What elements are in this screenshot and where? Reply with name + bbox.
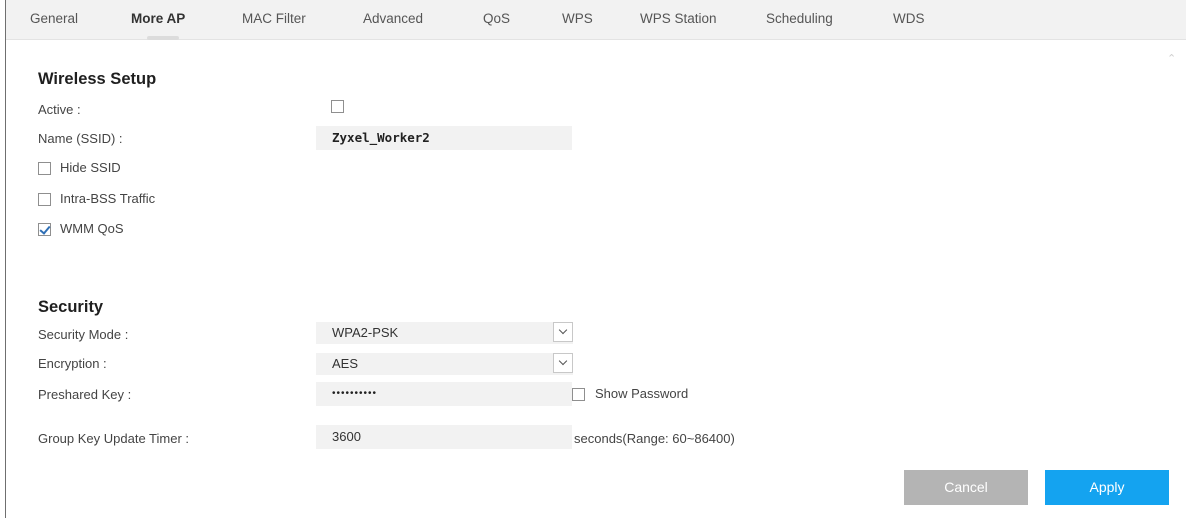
intra-bss-label: Intra-BSS Traffic [60, 191, 156, 206]
active-label: Active : [38, 102, 81, 117]
encryption-select[interactable]: AES [316, 353, 573, 375]
show-password-label: Show Password [595, 386, 689, 401]
tab-wds[interactable]: WDS [893, 11, 925, 26]
wireless-setup-title: Wireless Setup [38, 70, 157, 88]
tab-bar: General More AP MAC Filter Advanced QoS … [6, 0, 1186, 40]
wmm-qos-checkbox[interactable] [38, 223, 51, 236]
tab-general[interactable]: General [30, 11, 78, 26]
encryption-value: AES [332, 356, 359, 371]
security-mode-value: WPA2-PSK [332, 325, 399, 340]
security-mode-label: Security Mode : [38, 327, 129, 342]
active-checkbox[interactable] [331, 100, 344, 113]
group-key-timer-label: Group Key Update Timer : [38, 431, 190, 446]
chevron-down-icon[interactable] [553, 322, 573, 342]
wmm-qos-label: WMM QoS [60, 221, 124, 236]
apply-button[interactable]: Apply [1045, 470, 1169, 505]
tab-more-ap[interactable]: More AP [131, 11, 185, 26]
preshared-key-input[interactable]: •••••••••• [316, 382, 572, 406]
chevron-down-icon[interactable] [553, 353, 573, 373]
ssid-label: Name (SSID) : [38, 131, 123, 146]
tab-qos[interactable]: QoS [483, 11, 510, 26]
preshared-key-label: Preshared Key : [38, 387, 132, 402]
hide-ssid-checkbox[interactable] [38, 162, 51, 175]
group-key-range-hint: seconds(Range: 60~86400) [574, 431, 735, 446]
tab-advanced[interactable]: Advanced [363, 11, 423, 26]
tab-scheduling[interactable]: Scheduling [766, 11, 833, 26]
security-title: Security [38, 298, 104, 316]
tab-wps[interactable]: WPS [562, 11, 593, 26]
cancel-button[interactable]: Cancel [904, 470, 1028, 505]
show-password-checkbox[interactable] [572, 388, 585, 401]
scroll-up-icon[interactable]: ⌃ [1167, 52, 1176, 65]
group-key-timer-input[interactable]: 3600 [316, 425, 572, 449]
ssid-input[interactable]: Zyxel_Worker2 [316, 126, 572, 150]
intra-bss-checkbox[interactable] [38, 193, 51, 206]
encryption-label: Encryption : [38, 356, 107, 371]
active-tab-indicator [147, 36, 179, 40]
tab-mac-filter[interactable]: MAC Filter [242, 11, 306, 26]
tab-wps-station[interactable]: WPS Station [640, 11, 717, 26]
hide-ssid-label: Hide SSID [60, 160, 121, 175]
security-mode-select[interactable]: WPA2-PSK [316, 322, 573, 344]
